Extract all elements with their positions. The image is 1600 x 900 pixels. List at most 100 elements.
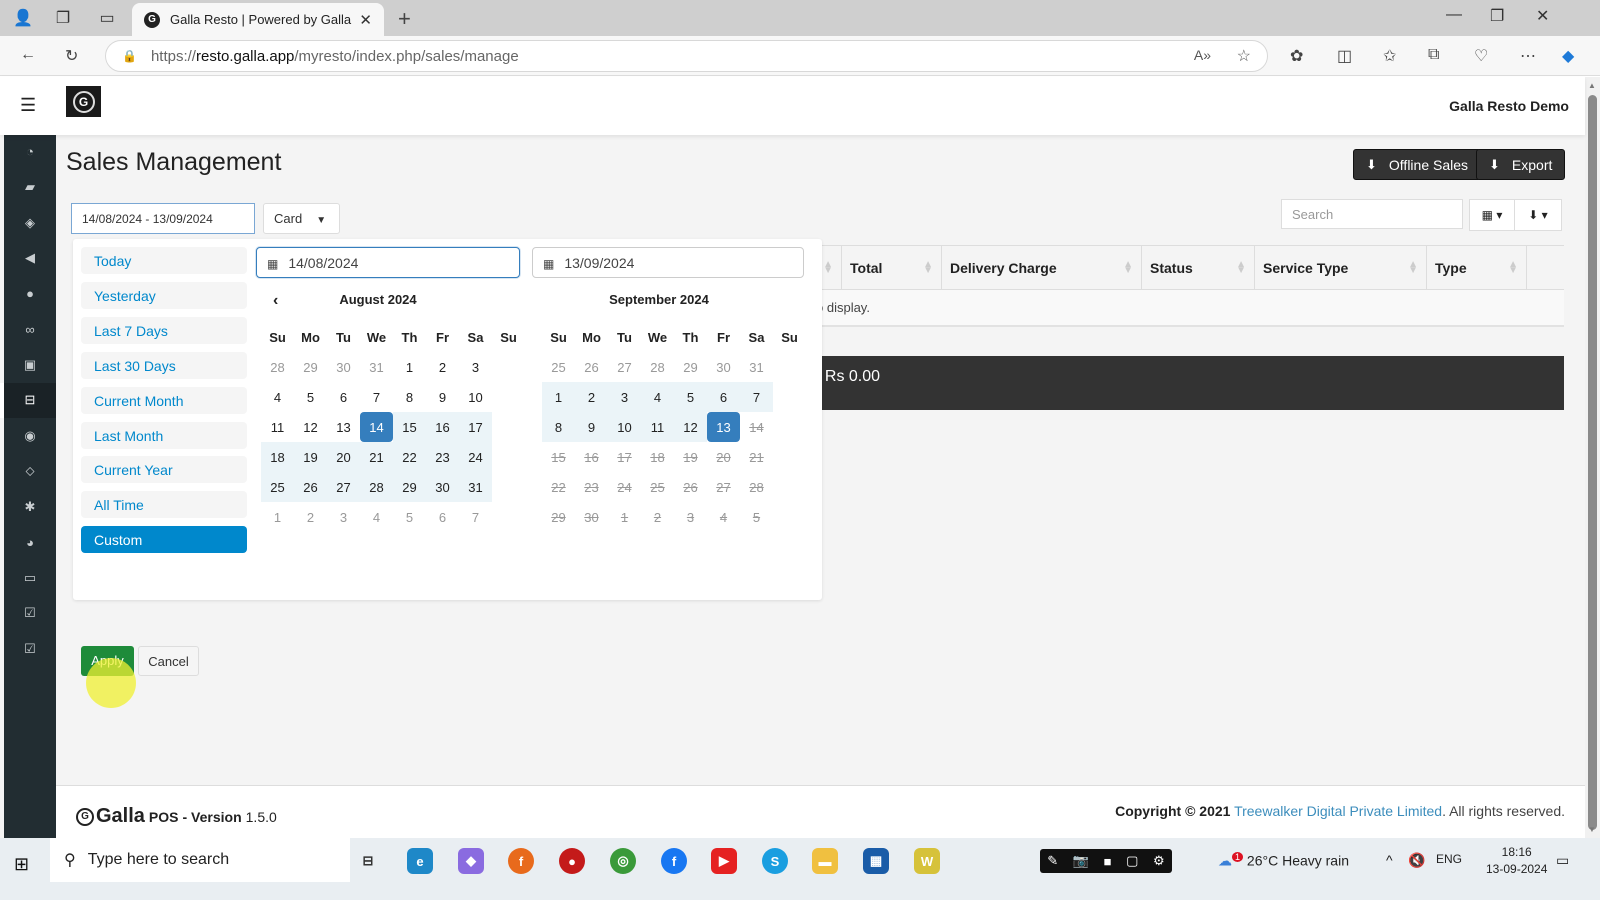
collections-icon[interactable]: ⧉: [1428, 46, 1439, 64]
sidebar-item-14[interactable]: ☑: [4, 631, 56, 667]
calendar-day[interactable]: 28: [641, 352, 674, 382]
calendar-day[interactable]: 7: [740, 382, 773, 412]
calendar-day[interactable]: 25: [542, 352, 575, 382]
range-option-yesterday[interactable]: Yesterday: [81, 281, 247, 309]
camera-icon[interactable]: 📷: [1073, 853, 1089, 869]
split-screen-icon[interactable]: ◫: [1337, 46, 1352, 66]
calendar-day[interactable]: 12: [294, 412, 327, 442]
calendar-day[interactable]: 9: [575, 412, 608, 442]
calendar-day[interactable]: 11: [261, 412, 294, 442]
calendar-day[interactable]: 10: [459, 382, 492, 412]
calendar-day[interactable]: 1: [261, 502, 294, 532]
calendar-day[interactable]: 5: [294, 382, 327, 412]
calendar-day[interactable]: 2: [294, 502, 327, 532]
calendar-day[interactable]: 5: [393, 502, 426, 532]
galla-logo[interactable]: G: [66, 86, 101, 117]
skype-icon[interactable]: S: [762, 848, 788, 874]
video-icon[interactable]: ■: [1104, 854, 1112, 869]
calendar-day[interactable]: 13: [327, 412, 360, 442]
range-option-today[interactable]: Today: [81, 247, 247, 274]
windows-start-icon[interactable]: ⊞: [14, 854, 29, 875]
payment-type-select[interactable]: Card ▼: [263, 203, 340, 234]
calendar-day[interactable]: 12: [674, 412, 707, 442]
restore-icon[interactable]: ❐: [1490, 6, 1504, 26]
column-header-type[interactable]: Type ▲ ▼: [1427, 246, 1527, 289]
calendar-day[interactable]: 6: [327, 382, 360, 412]
calendar-day[interactable]: 30: [327, 352, 360, 382]
columns-toggle-button[interactable]: ▦ ▾: [1469, 199, 1515, 231]
calendar-day[interactable]: 19: [294, 442, 327, 472]
url-input[interactable]: 🔒 https://resto.galla.app/myresto/index.…: [105, 40, 1268, 72]
calendar-day[interactable]: 14: [360, 412, 393, 442]
calendar-day[interactable]: 3: [608, 382, 641, 412]
close-window-icon[interactable]: ✕: [1536, 6, 1549, 26]
calendar-day[interactable]: 27: [327, 472, 360, 502]
calendar-day[interactable]: 8: [542, 412, 575, 442]
sidebar-item-6[interactable]: ▣: [4, 347, 56, 383]
calendar-day[interactable]: 3: [327, 502, 360, 532]
calendar-day[interactable]: 22: [393, 442, 426, 472]
sidebar-item-13[interactable]: ☑: [4, 596, 56, 632]
calendar-day[interactable]: 23: [426, 442, 459, 472]
calendar-day[interactable]: 6: [426, 502, 459, 532]
sidebar-item-10[interactable]: ✱: [4, 489, 56, 525]
facebook-icon[interactable]: f: [661, 848, 687, 874]
extensions-icon[interactable]: ✿: [1290, 46, 1303, 66]
calendar-day[interactable]: 25: [261, 472, 294, 502]
minimize-icon[interactable]: —: [1446, 6, 1462, 24]
scroll-up-icon[interactable]: ▲: [1588, 81, 1596, 90]
range-option-last-month[interactable]: Last Month: [81, 421, 247, 449]
prev-month-icon[interactable]: ‹: [273, 292, 278, 310]
calendar-day[interactable]: 10: [608, 412, 641, 442]
column-header-status[interactable]: Status ▲ ▼: [1142, 246, 1255, 289]
scrollbar-thumb[interactable]: [1588, 95, 1597, 830]
more-menu-icon[interactable]: ⋯: [1520, 46, 1536, 66]
hamburger-menu-icon[interactable]: ☰: [20, 95, 36, 116]
scroll-down-icon[interactable]: ▼: [1588, 825, 1596, 834]
range-option-all-time[interactable]: All Time: [81, 491, 247, 519]
start-date-input[interactable]: ▦ 14/08/2024: [256, 247, 520, 278]
range-option-current-month[interactable]: Current Month: [81, 386, 247, 414]
sidebar-item-5[interactable]: ∞: [4, 312, 56, 348]
profile-icon[interactable]: 👤: [12, 8, 34, 28]
file-explorer-icon[interactable]: ▬: [812, 848, 838, 874]
sidebar-item-11[interactable]: ◕: [4, 525, 56, 561]
calendar-day[interactable]: 30: [707, 352, 740, 382]
calendar-day[interactable]: 31: [459, 472, 492, 502]
calendar-day[interactable]: 4: [360, 502, 393, 532]
calendar-day[interactable]: 26: [575, 352, 608, 382]
app-icon[interactable]: W: [914, 848, 940, 874]
calendar-day[interactable]: 31: [360, 352, 393, 382]
capture-toolbar[interactable]: ✎ 📷 ■ ▢ ⚙: [1040, 849, 1172, 873]
tab-actions-icon[interactable]: ▭: [96, 8, 118, 28]
copilot-icon[interactable]: ◆: [1562, 46, 1574, 66]
close-tab-icon[interactable]: ✕: [359, 11, 372, 29]
calendar-day[interactable]: 28: [360, 472, 393, 502]
language-indicator[interactable]: ENG: [1436, 852, 1462, 866]
range-option-last-30-days[interactable]: Last 30 Days: [81, 351, 247, 379]
column-header-total[interactable]: Total ▲ ▼: [842, 246, 942, 289]
calendar-day[interactable]: 21: [360, 442, 393, 472]
column-header-delivery-charge[interactable]: Delivery Charge ▲ ▼: [942, 246, 1142, 289]
calendar-day[interactable]: 2: [575, 382, 608, 412]
edge-icon[interactable]: e: [407, 848, 433, 874]
table-export-button[interactable]: ⬇ ▾: [1514, 199, 1562, 231]
calendar-day[interactable]: 4: [641, 382, 674, 412]
sidebar-item-0[interactable]: ◔: [4, 134, 56, 170]
calendar-day[interactable]: 7: [459, 502, 492, 532]
export-button[interactable]: ⬇ Export: [1476, 149, 1566, 180]
browser-essentials-icon[interactable]: ♡: [1474, 46, 1488, 66]
date-range-input[interactable]: 14/08/2024 - 13/09/2024: [71, 203, 255, 234]
sidebar-item-2[interactable]: ◈: [4, 205, 56, 241]
sidebar-item-1[interactable]: ▰: [4, 170, 56, 206]
volume-muted-icon[interactable]: 🔇: [1408, 852, 1425, 869]
refresh-icon[interactable]: ↻: [65, 46, 78, 66]
calendar-day[interactable]: 7: [360, 382, 393, 412]
system-clock[interactable]: 18:16 13-09-2024: [1486, 844, 1547, 878]
user-name[interactable]: Galla Resto Demo: [1449, 98, 1569, 114]
calendar-day[interactable]: 13: [707, 412, 740, 442]
read-aloud-icon[interactable]: A»: [1194, 47, 1211, 63]
calendar-day[interactable]: 31: [740, 352, 773, 382]
end-date-input[interactable]: ▦ 13/09/2024: [532, 247, 804, 278]
calendar-day[interactable]: 3: [459, 352, 492, 382]
